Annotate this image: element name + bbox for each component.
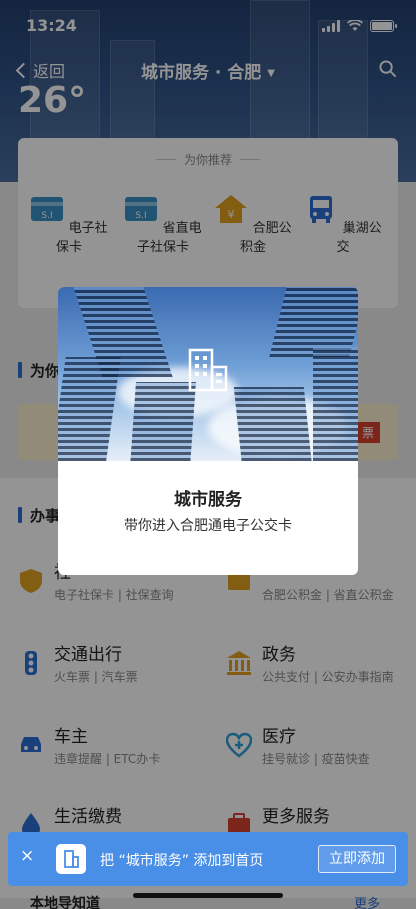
city-service-app-icon	[56, 844, 86, 874]
modal-description: 带你进入合肥通电子公交卡	[124, 518, 292, 534]
toast-message: 把 “城市服务” 添加到首页	[100, 853, 264, 869]
modal-title: 城市服务	[174, 490, 242, 510]
home-indicator[interactable]	[133, 893, 283, 898]
skyline-image	[58, 287, 358, 461]
city-service-modal[interactable]: 城市服务 带你进入合肥通电子公交卡	[58, 287, 358, 575]
add-to-home-toast: × 把 “城市服务” 添加到首页 立即添加	[8, 832, 408, 886]
close-icon[interactable]: ×	[20, 846, 34, 866]
add-now-button[interactable]: 立即添加	[318, 845, 396, 873]
building-icon	[188, 348, 228, 392]
